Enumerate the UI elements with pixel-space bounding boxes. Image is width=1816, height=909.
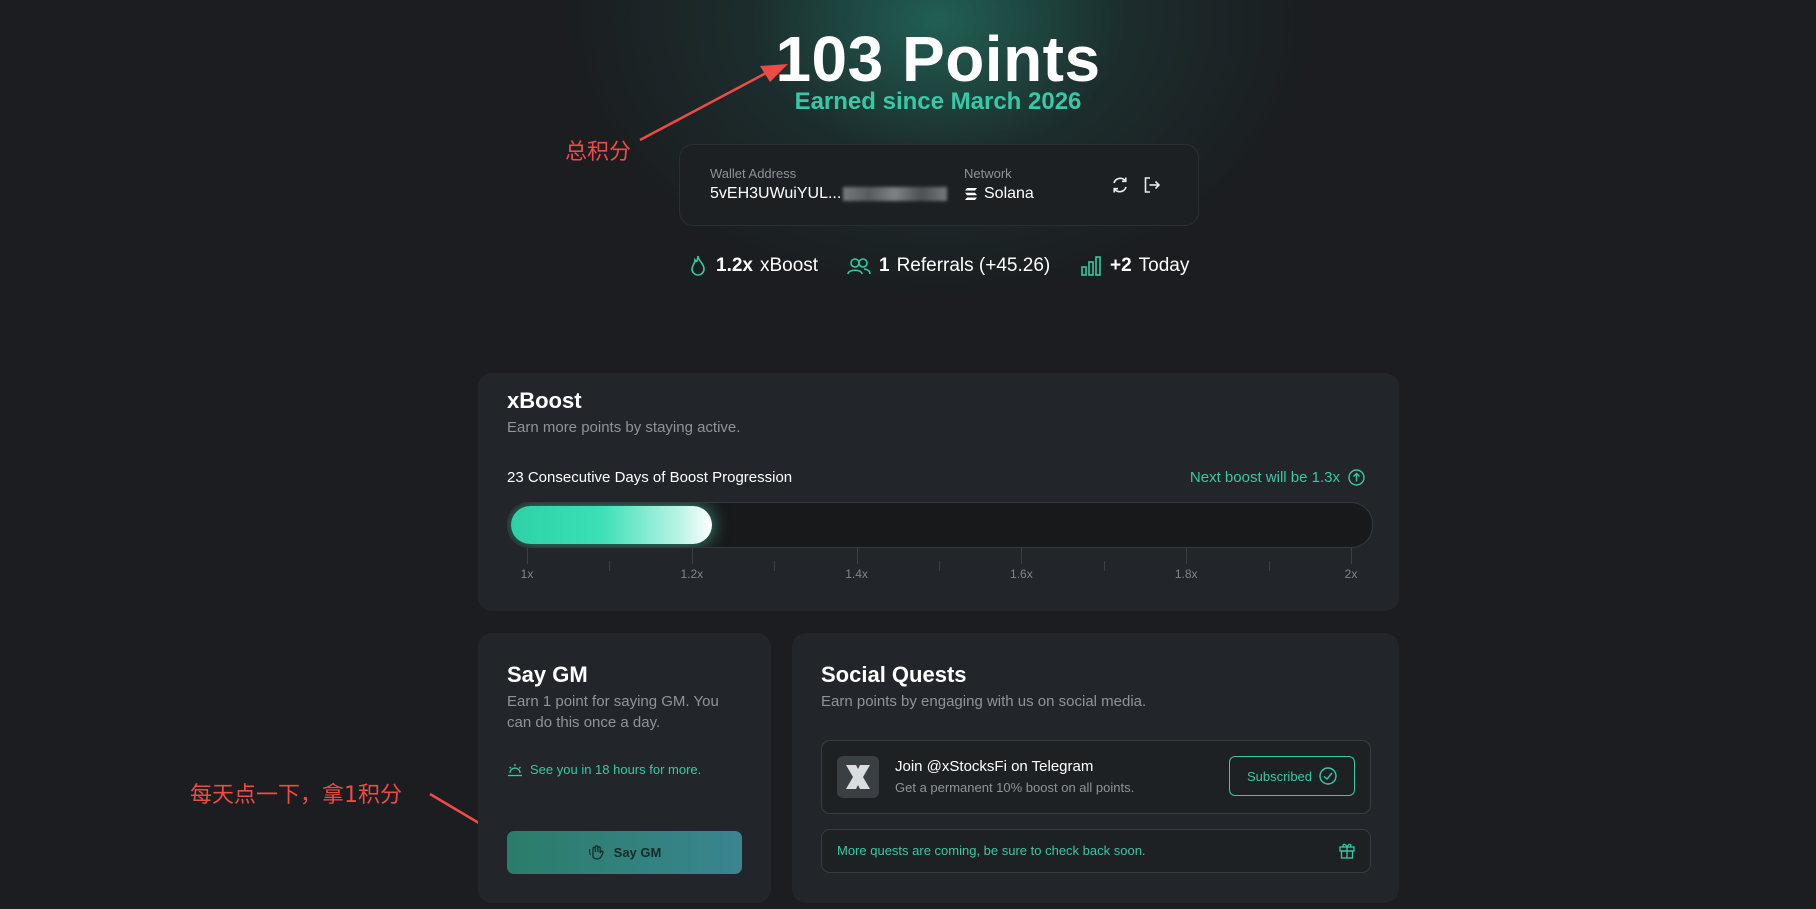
waving-hand-icon [588,844,604,860]
more-quests-banner: More quests are coming, be sure to check… [821,829,1371,873]
social-quests-description: Earn points by engaging with us on socia… [821,693,1147,710]
say-gm-description: Earn 1 point for saying GM. You can do t… [507,693,719,731]
wallet-address: 5vEH3UWuiYUL... [710,185,948,203]
scale-tick [1351,548,1352,564]
stat-today-value: +2 [1110,255,1132,276]
gift-icon [1339,843,1355,859]
stats-row: 1.2x xBoost 1 Referrals (+45.26) +2 Toda… [0,255,1816,285]
flame-icon [691,255,705,276]
say-gm-hint: See you in 18 hours for more. [507,762,701,777]
arrow-up-circle-icon [1348,469,1365,486]
logout-icon[interactable] [1142,175,1162,195]
scale-tick-label: 1.2x [680,567,704,581]
quest-title: Join @xStocksFi on Telegram [895,758,1094,775]
quest-telegram: Join @xStocksFi on Telegram Get a perman… [821,740,1371,814]
xboost-card: xBoost Earn more points by staying activ… [478,373,1399,611]
total-points-title: 103 Points [775,23,1101,95]
scale-tick [691,548,693,564]
say-gm-title: Say GM [507,662,588,687]
wallet-address-label: Wallet Address [710,166,797,181]
scale-tick [1103,561,1105,571]
wallet-card: Wallet Address 5vEH3UWuiYUL... Network S… [679,144,1199,226]
scale-tick [1268,561,1270,571]
annotation-daily-gm: 每天点一下，拿1积分 [190,783,402,808]
scale-tick-label: 1x [520,567,534,581]
boost-progress-label: 23 Consecutive Days of Boost Progression [507,469,793,486]
xboost-title: xBoost [507,388,582,413]
say-gm-button[interactable]: Say GM [507,831,742,874]
say-gm-card: Say GM Earn 1 point for saying GM. You c… [478,633,771,903]
wallet-address-value: 5vEH3UWuiYUL... [710,185,842,202]
sunrise-icon [508,763,522,776]
quest-subtitle: Get a permanent 10% boost on all points. [895,780,1135,795]
more-quests-text: More quests are coming, be sure to check… [837,843,1146,858]
network-label: Network [964,166,1012,181]
scale-tick-label: 1.4x [845,567,868,581]
stat-referrals-label: Referrals (+45.26) [896,255,1051,276]
scale-tick [774,561,776,571]
say-gm-hint-text: See you in 18 hours for more. [530,762,702,777]
subscribed-button[interactable]: Subscribed [1229,756,1355,796]
stat-today-label: Today [1138,255,1190,276]
scale-tick-label: 2x [1344,567,1358,581]
scale-tick [939,561,940,571]
stat-referrals-value: 1 [879,255,890,276]
xstocks-logo-icon [837,756,879,798]
check-circle-icon [1319,767,1337,785]
say-gm-button-label: Say GM [613,845,662,860]
stat-xboost: 1.2x xBoost [688,255,818,277]
scale-tick [856,548,858,564]
stat-xboost-label: xBoost [759,255,819,276]
boost-progress-fill [511,506,712,544]
scale-tick-label: 1.8x [1174,567,1198,581]
scale-tick [609,561,611,571]
points-subtitle: Earned since March 2026 [794,88,1082,115]
stat-xboost-value: 1.2x [716,255,753,276]
refresh-icon[interactable] [1110,175,1130,195]
subscribed-button-label: Subscribed [1246,768,1313,784]
stat-referrals: 1 Referrals (+45.26) [847,255,1050,277]
network: Solana [964,185,1034,203]
boost-progress-track [507,502,1373,548]
annotation-total-points: 总积分 [565,140,632,165]
scale-tick-label: 1.6x [1010,567,1033,581]
bar-chart-icon [1081,256,1101,276]
solana-icon [965,187,977,200]
social-quests-title: Social Quests [821,662,967,687]
redacted-address-blur [843,186,948,201]
stat-today: +2 Today [1080,255,1189,277]
users-icon [847,258,871,275]
scale-tick [1021,548,1023,564]
xboost-description: Earn more points by staying active. [507,419,741,436]
social-quests-card: Social Quests Earn points by engaging wi… [792,633,1399,903]
network-value: Solana [984,185,1034,202]
scale-tick [527,548,528,564]
scale-tick [1186,548,1188,564]
next-boost-text: Next boost will be 1.3x [1189,469,1340,486]
next-boost: Next boost will be 1.3x [1190,469,1365,486]
